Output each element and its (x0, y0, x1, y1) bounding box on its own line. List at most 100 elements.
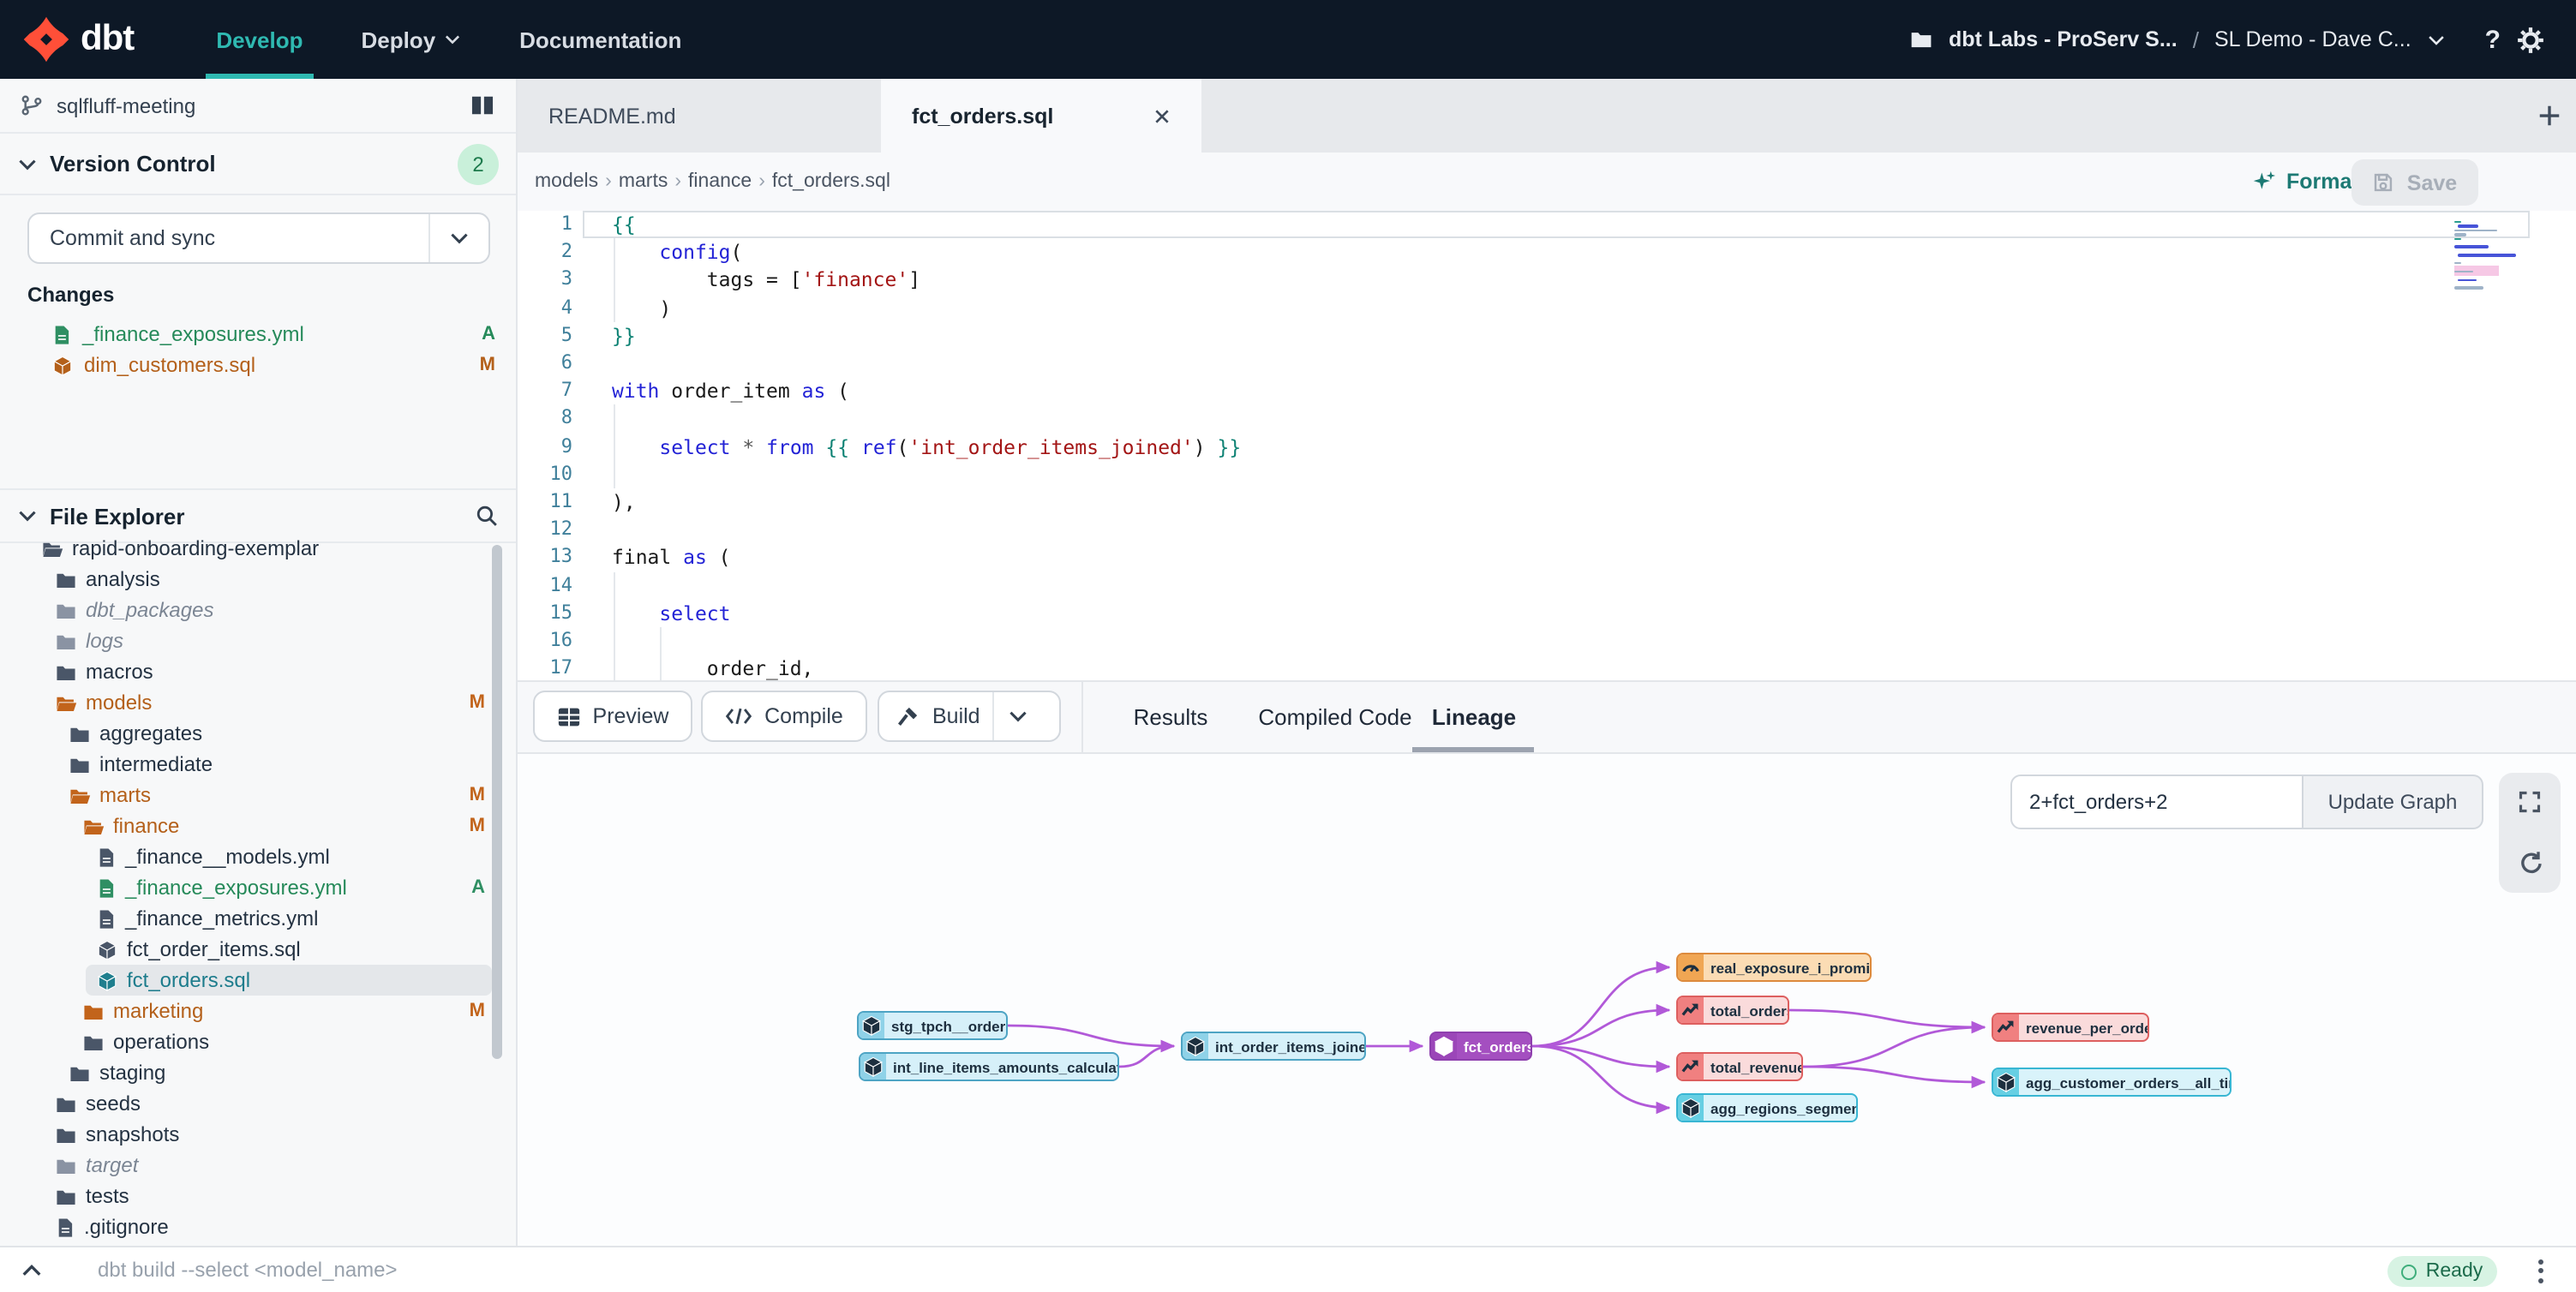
lineage-node-total_revenue[interactable]: total_revenue (1676, 1052, 1803, 1081)
status-ring-icon (2402, 1264, 2417, 1279)
dbt-logo[interactable]: dbt (0, 15, 134, 63)
tree-item-fct_orders.sql[interactable]: fct_orders.sql (86, 965, 492, 996)
code-line-17[interactable]: 17 order_id, (518, 655, 2576, 680)
lineage-graph-panel[interactable]: stg_tpch__orders int_line_items_amounts_c… (518, 754, 2576, 1246)
update-graph-button[interactable]: Update Graph (2303, 775, 2483, 829)
lineage-selector-input[interactable]: 2+fct_orders+2 (2010, 775, 2303, 829)
nav-item-documentation[interactable]: Documentation (519, 0, 681, 79)
tree-item-_finance_metrics.yml[interactable]: _finance_metrics.yml (86, 903, 492, 934)
format-button[interactable]: Format (2252, 153, 2359, 211)
build-button[interactable]: Build (878, 691, 1061, 742)
editor-tab-fct_orders.sql[interactable]: fct_orders.sql (881, 79, 1201, 153)
editor-minimap[interactable] (2454, 221, 2519, 293)
nav-item-deploy[interactable]: Deploy (361, 0, 461, 79)
close-icon[interactable] (1153, 107, 1171, 124)
lineage-node-real_exposure_i_promise[interactable]: real_exposure_i_promise (1676, 953, 1872, 982)
pane-tab-compiled-code[interactable]: Compiled Code (1258, 682, 1412, 752)
code-line-7[interactable]: 7with order_item as ( (518, 377, 2576, 404)
version-control-header[interactable]: Version Control 2 (0, 134, 516, 195)
code-line-6[interactable]: 6 (518, 350, 2576, 377)
tree-item-rapid-onboarding-exemplar[interactable]: rapid-onboarding-exemplar (31, 533, 492, 564)
tree-item-_finance_exposures.yml[interactable]: _finance_exposures.ymlA (86, 872, 492, 903)
save-button[interactable]: Save (2351, 159, 2478, 206)
changed-file-row[interactable]: dim_customers.sqlM (51, 350, 495, 380)
help-icon[interactable]: ? (2485, 25, 2501, 54)
chevron-up-icon[interactable] (0, 1259, 60, 1281)
pane-tab-results[interactable]: Results (1131, 682, 1210, 752)
preview-button[interactable]: Preview (533, 691, 692, 742)
compile-button[interactable]: Compile (701, 691, 867, 742)
search-icon[interactable] (475, 504, 499, 528)
code-line-5[interactable]: 5}} (518, 322, 2576, 350)
breadcrumb-segment[interactable]: fct_orders.sql (772, 171, 890, 192)
tree-item-seeds[interactable]: seeds (45, 1088, 492, 1119)
code-line-16[interactable]: 16 (518, 627, 2576, 655)
code-line-9[interactable]: 9 select * from {{ ref('int_order_items_… (518, 433, 2576, 460)
tree-item-snapshots[interactable]: snapshots (45, 1119, 492, 1150)
commit-and-sync-button[interactable]: Commit and sync (27, 212, 490, 264)
reset-view-icon[interactable] (2517, 850, 2543, 876)
tree-item-operations[interactable]: operations (72, 1026, 492, 1057)
project-selector[interactable]: SL Demo - Dave C... (2214, 27, 2411, 51)
fullscreen-icon[interactable] (2518, 791, 2542, 815)
tree-item-label: target (86, 1153, 138, 1177)
tree-item-target[interactable]: target (45, 1150, 492, 1181)
commit-options-chevron[interactable] (428, 214, 488, 262)
git-branch-row[interactable]: sqlfluff-meeting (0, 79, 516, 134)
code-editor[interactable]: 1{{2 config(3 tags = ['finance']4 )5}}67… (518, 211, 2576, 680)
kebab-menu-icon[interactable] (2526, 1253, 2554, 1289)
lineage-node-agg_regions_segments[interactable]: agg_regions_segments (1676, 1093, 1858, 1122)
tree-item-dbt_packages[interactable]: dbt_packages (45, 595, 492, 625)
lineage-node-int_line_items_amounts_calculated[interactable]: int_line_items_amounts_calculated (859, 1052, 1119, 1081)
tree-item-models[interactable]: modelsM (45, 687, 492, 718)
account-name[interactable]: dbt Labs - ProServ S... (1949, 27, 2178, 51)
code-line-11[interactable]: 11), (518, 488, 2576, 516)
tree-item-tests[interactable]: tests (45, 1181, 492, 1211)
pane-tab-lineage[interactable]: Lineage (1423, 682, 1525, 752)
tree-item-intermediate[interactable]: intermediate (58, 749, 492, 780)
code-line-2[interactable]: 2 config( (518, 238, 2576, 266)
tree-item-analysis[interactable]: analysis (45, 564, 492, 595)
lineage-node-total_orders[interactable]: total_orders (1676, 996, 1789, 1025)
command-input[interactable]: dbt build --select <model_name> (60, 1258, 398, 1282)
status-badge[interactable]: Ready (2387, 1256, 2497, 1287)
new-tab-plus-icon[interactable] (2537, 79, 2562, 153)
code-line-15[interactable]: 15 select (518, 600, 2576, 627)
code-line-10[interactable]: 10 (518, 461, 2576, 488)
tree-item-label: analysis (86, 567, 160, 591)
tree-item-.gitignore[interactable]: .gitignore (45, 1211, 492, 1242)
code-line-1[interactable]: 1{{ (518, 211, 2576, 238)
settings-gear-icon[interactable] (2516, 25, 2545, 54)
tree-item-fct_order_items.sql[interactable]: fct_order_items.sql (86, 934, 492, 965)
lineage-node-stg_tpch__orders[interactable]: stg_tpch__orders (857, 1011, 1008, 1040)
tree-item-marketing[interactable]: marketingM (72, 996, 492, 1026)
nav-item-develop[interactable]: Develop (216, 0, 303, 79)
code-line-14[interactable]: 14 (518, 571, 2576, 599)
tree-scrollbar[interactable] (492, 545, 502, 1059)
file-tree: rapid-onboarding-exemplar analysis dbt_pac… (0, 533, 516, 1246)
changed-file-row[interactable]: _finance_exposures.ymlA (51, 319, 495, 350)
tree-item-staging[interactable]: staging (58, 1057, 492, 1088)
lineage-node-int_order_items_joined[interactable]: int_order_items_joined (1181, 1032, 1366, 1061)
tree-item-macros[interactable]: macros (45, 656, 492, 687)
tree-item-marts[interactable]: martsM (58, 780, 492, 810)
lineage-node-agg_customer_orders__all_time[interactable]: agg_customer_orders__all_time (1992, 1068, 2232, 1097)
code-line-8[interactable]: 8 (518, 405, 2576, 433)
tree-item-_finance__models.yml[interactable]: _finance__models.yml (86, 841, 492, 872)
code-line-12[interactable]: 12 (518, 516, 2576, 543)
lineage-node-fct_orders[interactable]: fct_orders (1429, 1032, 1532, 1061)
breadcrumb-segment[interactable]: finance (688, 171, 752, 192)
code-line-3[interactable]: 3 tags = ['finance'] (518, 266, 2576, 294)
tree-item-logs[interactable]: logs (45, 625, 492, 656)
tree-item-aggregates[interactable]: aggregates (58, 718, 492, 749)
chevron-down-icon[interactable] (2427, 30, 2446, 49)
build-options-chevron[interactable] (992, 692, 1042, 740)
editor-tab-README.md[interactable]: README.md (518, 79, 881, 153)
code-line-13[interactable]: 13final as ( (518, 544, 2576, 571)
tree-item-finance[interactable]: financeM (72, 810, 492, 841)
breadcrumb-segment[interactable]: marts (619, 171, 668, 192)
breadcrumb-segment[interactable]: models (535, 171, 598, 192)
lineage-node-revenue_per_order[interactable]: revenue_per_order (1992, 1013, 2149, 1042)
code-line-4[interactable]: 4 ) (518, 294, 2576, 321)
docs-book-icon[interactable] (470, 94, 495, 117)
